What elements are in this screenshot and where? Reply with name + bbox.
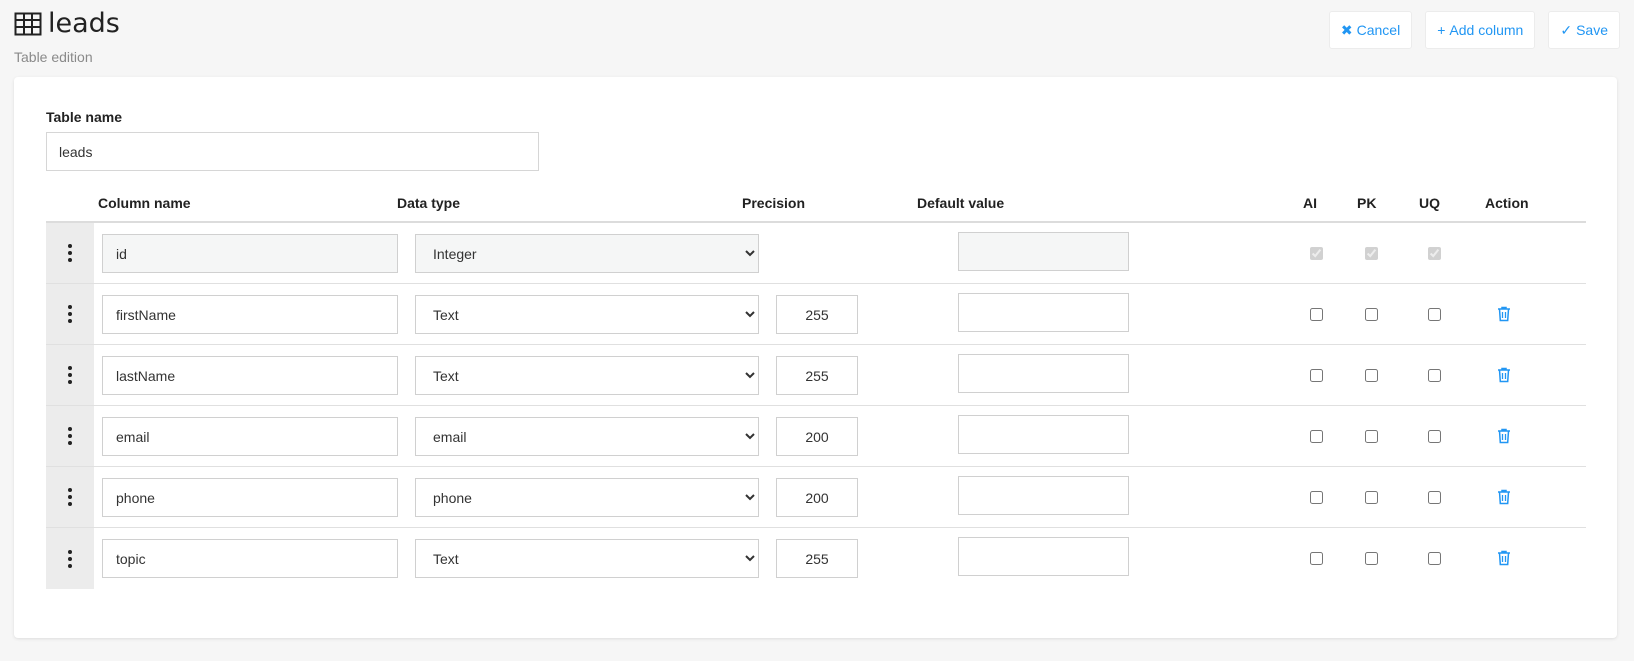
drag-handle[interactable] (46, 284, 94, 344)
page-title: leads (48, 8, 120, 39)
uq-checkbox[interactable] (1428, 369, 1441, 382)
close-icon: ✖ (1340, 21, 1353, 38)
precision-input[interactable] (776, 478, 858, 517)
pk-checkbox[interactable] (1365, 430, 1378, 443)
drag-handle[interactable] (46, 467, 94, 527)
precision-input[interactable] (776, 417, 858, 456)
drag-handle-icon (68, 366, 72, 384)
data-type-select[interactable]: phone (415, 478, 759, 517)
page-subtitle: Table edition (14, 49, 93, 65)
column-row: email (46, 406, 1586, 467)
column-row: Text (46, 528, 1586, 589)
check-icon: ✓ (1560, 21, 1573, 38)
columns-grid: Column name Data type Precision Default … (46, 183, 1586, 589)
column-name-input[interactable] (102, 417, 398, 456)
default-value-input[interactable] (958, 476, 1129, 515)
uq-checkbox[interactable] (1428, 308, 1441, 321)
header-default-value: Default value (917, 195, 1005, 211)
column-name-input[interactable] (102, 539, 398, 578)
data-type-select[interactable]: Text (415, 356, 759, 395)
header-pk: PK (1357, 195, 1377, 211)
column-name-input[interactable] (102, 295, 398, 334)
table-name-label: Table name (46, 109, 122, 125)
table-icon (14, 12, 42, 35)
trash-icon[interactable] (1497, 550, 1511, 566)
trash-icon[interactable] (1497, 367, 1511, 383)
pk-checkbox[interactable] (1365, 247, 1378, 260)
toolbar: ✖ Cancel + Add column ✓ Save (1328, 11, 1620, 49)
ai-checkbox[interactable] (1310, 552, 1323, 565)
add-column-button-label: Add column (1449, 22, 1524, 38)
drag-handle[interactable] (46, 528, 94, 589)
pk-checkbox[interactable] (1365, 308, 1378, 321)
uq-checkbox[interactable] (1428, 430, 1441, 443)
column-row: Text (46, 345, 1586, 406)
column-name-input[interactable] (102, 234, 398, 273)
title-row: leads (14, 8, 120, 39)
column-row: Integer (46, 223, 1586, 284)
ai-checkbox[interactable] (1310, 369, 1323, 382)
precision-input[interactable] (776, 356, 858, 395)
data-type-select[interactable]: Integer (415, 234, 759, 273)
header-precision: Precision (742, 195, 806, 211)
drag-handle-icon (68, 488, 72, 506)
cancel-button-label: Cancel (1356, 22, 1401, 38)
page-header: leads Table edition (14, 8, 120, 65)
save-button[interactable]: ✓ Save (1548, 11, 1620, 49)
trash-icon[interactable] (1497, 489, 1511, 505)
drag-handle[interactable] (46, 223, 94, 283)
uq-checkbox[interactable] (1428, 247, 1441, 260)
cancel-button[interactable]: ✖ Cancel (1328, 11, 1413, 49)
data-type-select[interactable]: Text (415, 295, 759, 334)
header-uq: UQ (1419, 195, 1440, 211)
ai-checkbox[interactable] (1310, 430, 1323, 443)
drag-handle-icon (68, 305, 72, 323)
columns-header: Column name Data type Precision Default … (46, 183, 1586, 223)
default-value-input[interactable] (958, 415, 1129, 454)
column-row: Text (46, 284, 1586, 345)
ai-checkbox[interactable] (1310, 491, 1323, 504)
header-column-name: Column name (98, 195, 191, 211)
drag-handle[interactable] (46, 406, 94, 466)
add-column-button[interactable]: + Add column (1425, 11, 1536, 49)
pk-checkbox[interactable] (1365, 369, 1378, 382)
plus-icon: + (1437, 22, 1446, 38)
ai-checkbox[interactable] (1310, 247, 1323, 260)
column-name-input[interactable] (102, 356, 398, 395)
default-value-input[interactable] (958, 354, 1129, 393)
precision-input[interactable] (776, 539, 858, 578)
drag-handle-icon (68, 427, 72, 445)
header-ai: AI (1303, 195, 1317, 211)
trash-icon[interactable] (1497, 428, 1511, 444)
column-name-input[interactable] (102, 478, 398, 517)
trash-icon[interactable] (1497, 306, 1511, 322)
table-name-input[interactable] (46, 132, 539, 171)
pk-checkbox[interactable] (1365, 552, 1378, 565)
uq-checkbox[interactable] (1428, 491, 1441, 504)
column-row: phone (46, 467, 1586, 528)
data-type-select[interactable]: email (415, 417, 759, 456)
default-value-input[interactable] (958, 537, 1129, 576)
default-value-input[interactable] (958, 232, 1129, 271)
pk-checkbox[interactable] (1365, 491, 1378, 504)
header-action: Action (1485, 195, 1529, 211)
ai-checkbox[interactable] (1310, 308, 1323, 321)
drag-handle-icon (68, 549, 72, 568)
drag-handle-icon (68, 244, 72, 262)
drag-handle[interactable] (46, 345, 94, 405)
uq-checkbox[interactable] (1428, 552, 1441, 565)
precision-input[interactable] (776, 295, 858, 334)
header-data-type: Data type (397, 195, 461, 211)
table-edit-card: Table name Column name Data type Precisi… (14, 77, 1617, 638)
save-button-label: Save (1576, 22, 1608, 38)
default-value-input[interactable] (958, 293, 1129, 332)
data-type-select[interactable]: Text (415, 539, 759, 578)
